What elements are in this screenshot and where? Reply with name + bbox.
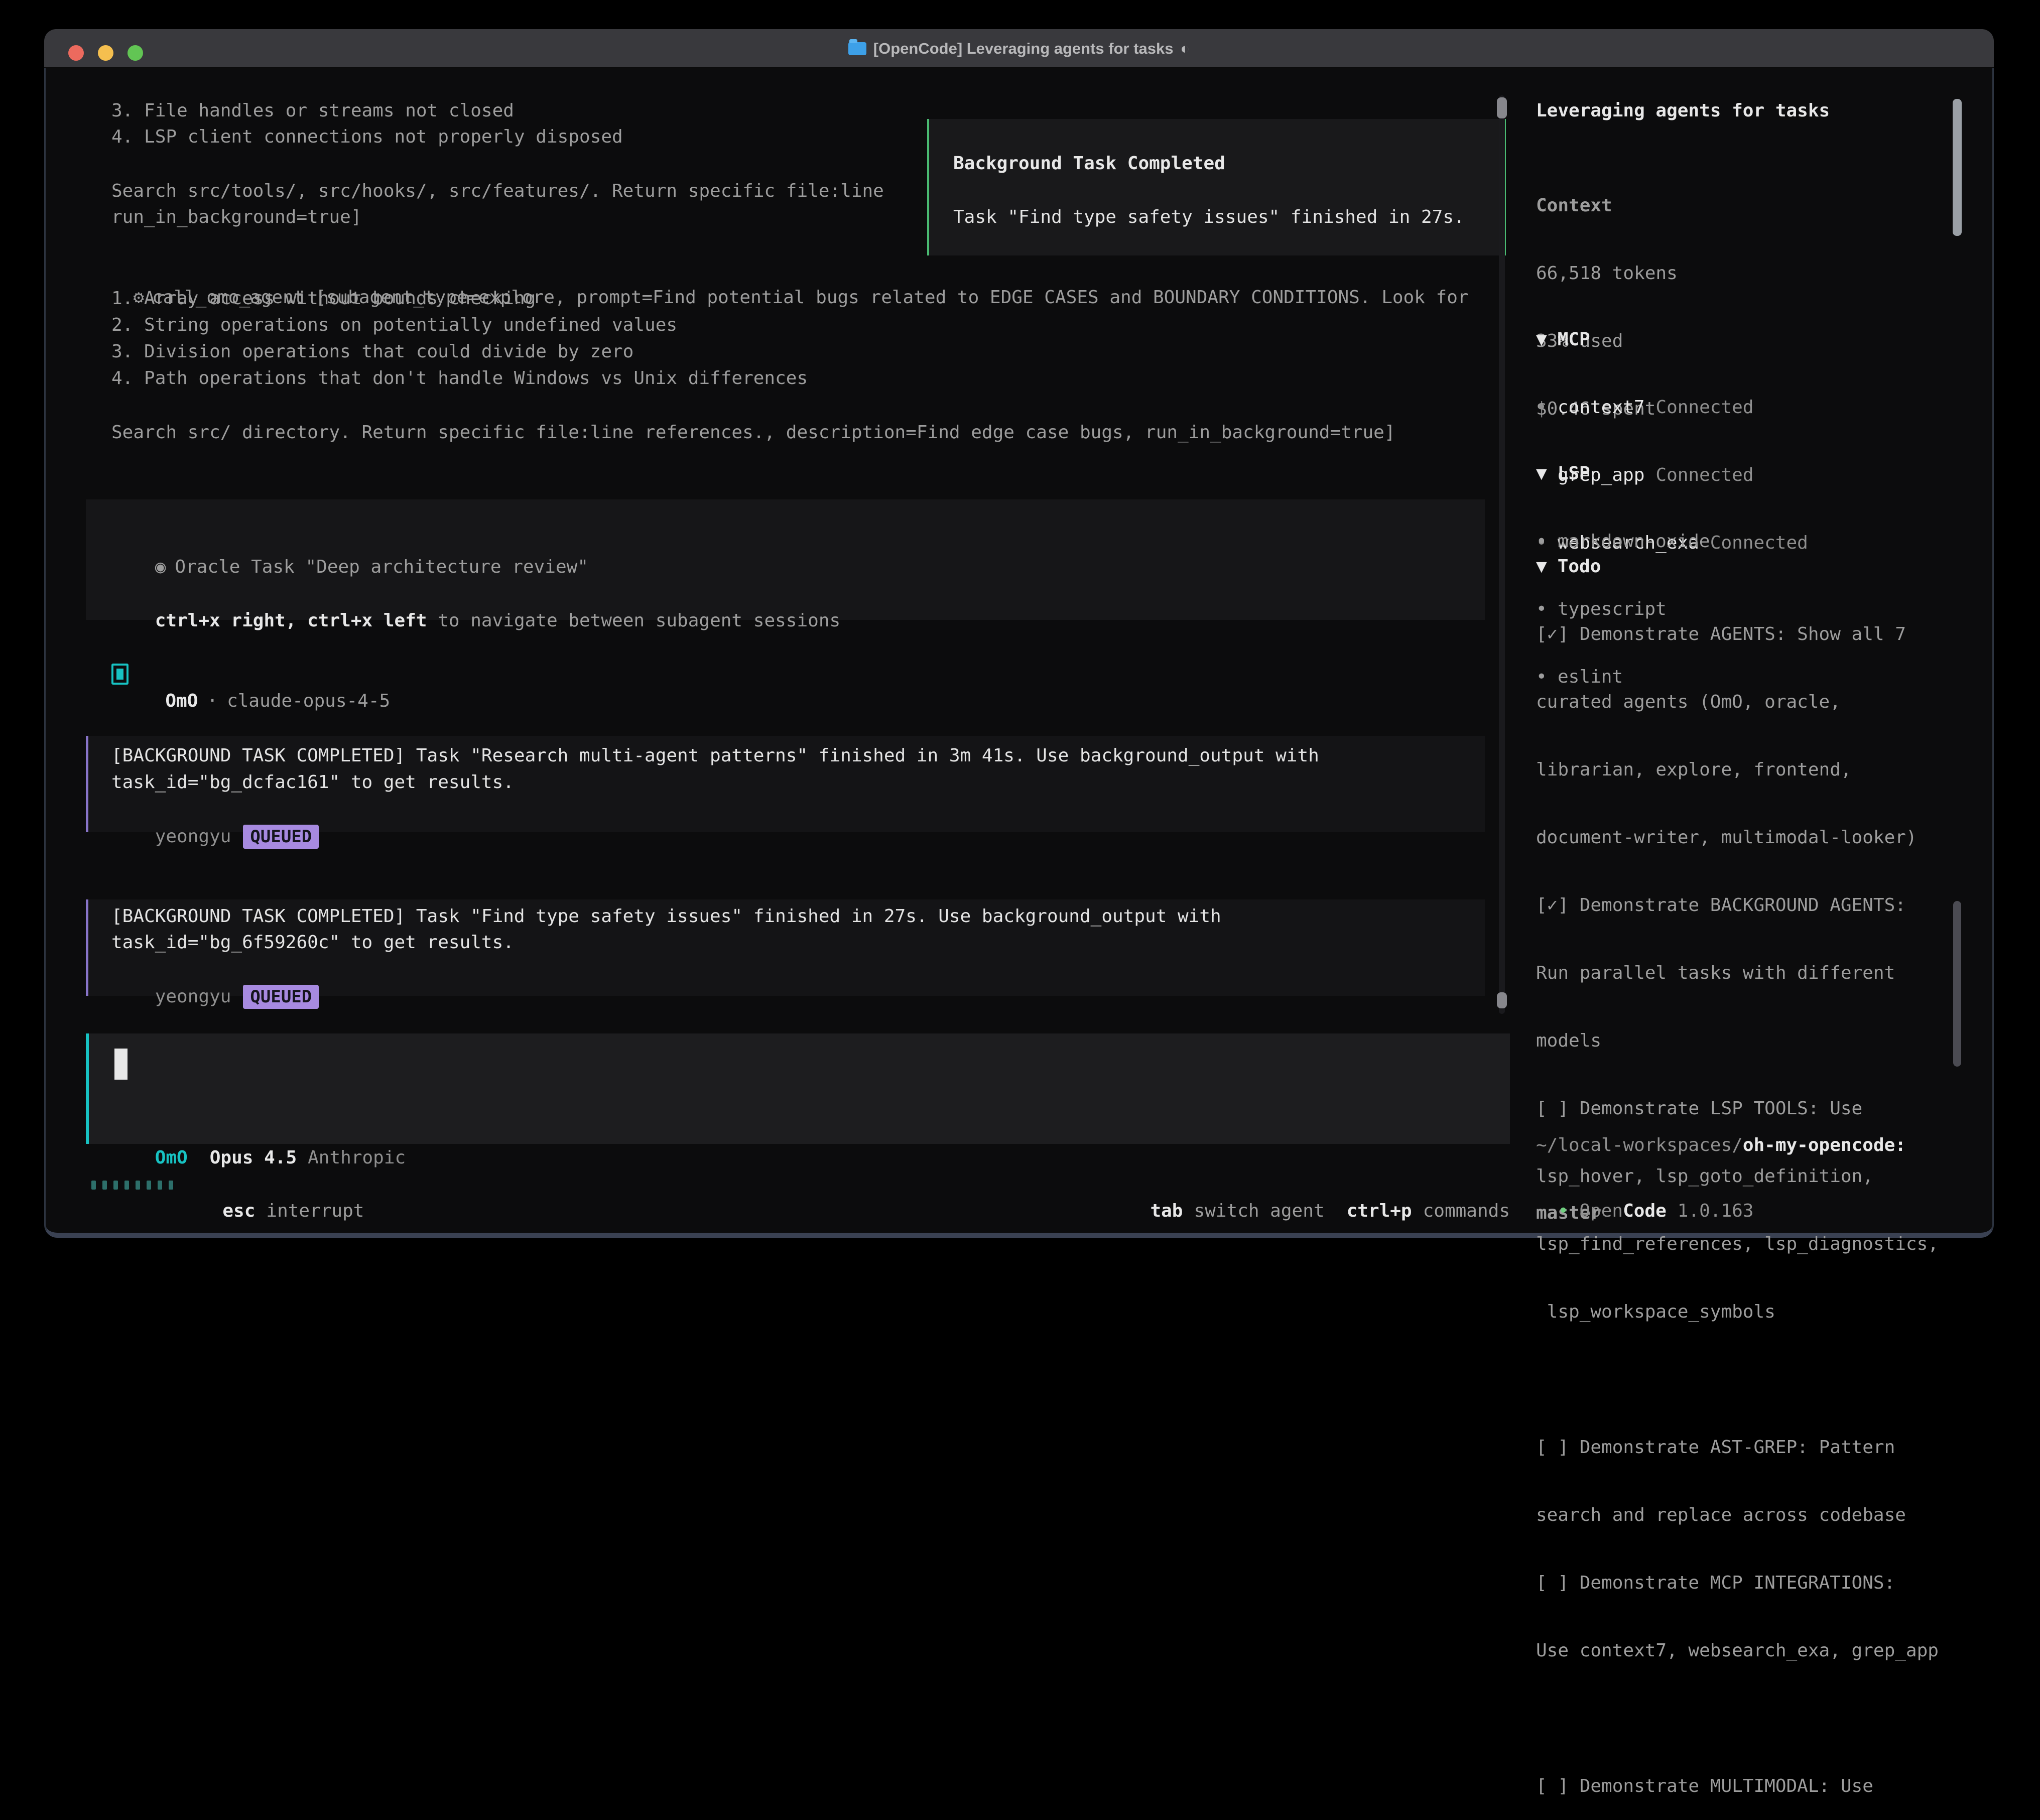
bg-task-meta: yeongyu QUEUED [111,957,319,1036]
app-name-bold: Code [1623,1201,1667,1221]
tool-item: 3. Division operations that could divide… [111,338,633,365]
lsp-item: •markdown-oxide [1536,528,1710,555]
main-scrollbar-thumb-bottom[interactable] [1497,992,1507,1008]
workspace-path-name: oh-my-opencode: [1743,1135,1906,1155]
todo-heading: Todo [1558,556,1601,577]
bg-task-line1: [BACKGROUND TASK COMPLETED] Task "Resear… [111,742,1319,769]
todo-line: [✓] Demonstrate AGENTS: Show all 7 [1536,621,1958,647]
omo-agent-icon [111,664,129,685]
tool-item: 1. Array access without bounds checking [111,285,536,312]
todo-line: [✓] Demonstrate BACKGROUND AGENTS: [1536,892,1958,919]
bg-task-user: yeongyu [155,826,231,847]
statusbar-right: tab switch agent ctrl+p commands [0,1171,1510,1224]
folder-icon [848,42,866,55]
bg-task-line1: [BACKGROUND TASK COMPLETED] Task "Find t… [111,903,1221,930]
terminal-line: 3. File handles or streams not closed [111,97,514,124]
todo-line: [ ] Demonstrate AST-GREP: Pattern [1536,1434,1958,1461]
terminal-line: Search src/tools/, src/hooks/, src/featu… [111,178,884,204]
bg-task-line2: task_id="bg_dcfac161" to get results. [111,769,514,796]
oracle-hint-keys: ctrl+x right, ctrl+x left [155,610,427,631]
input-model: Opus 4.5 [210,1147,297,1168]
context-tokens: 66,518 tokens [1536,260,1678,287]
bg-task-meta: yeongyu QUEUED [111,797,319,876]
oracle-hint-line: ctrl+x right, ctrl+x left to navigate be… [111,581,840,661]
app-name-prefix: Open [1579,1201,1623,1221]
todo-scrollbar-thumb[interactable] [1953,901,1961,1067]
ctrlp-key-hint: ctrl+p [1347,1201,1412,1221]
context-heading: Context [1536,192,1678,219]
status-dot-icon: • [1558,1198,1579,1224]
tab-key-hint: tab [1150,1201,1183,1221]
mcp-status: Connected [1655,397,1753,418]
todo-line: curated agents (OmO, oracle, [1536,689,1958,715]
agent-model: claude-opus-4-5 [227,691,390,711]
agent-header-line: OmO · claude-opus-4-5 [144,661,390,714]
window-title-wrap: [OpenCode] Leveraging agents for tasks ◐ [44,29,1994,68]
prompt-input[interactable]: OmOOpus 4.5Anthropic [86,1033,1510,1144]
tab-key-label: switch agent [1194,1201,1324,1221]
status-badge: QUEUED [243,825,319,849]
mcp-status: Connected [1710,533,1808,553]
todo-line: document-writer, multimodal-looker) [1536,824,1958,851]
bg-task-line2: task_id="bg_6f59260c" to get results. [111,929,514,956]
oracle-icon: ◉ [155,557,166,577]
todo-line: models [1536,1027,1958,1054]
todo-line-active: lsp_workspace_symbols [1536,1298,1958,1325]
text-cursor [114,1049,128,1080]
sidebar-title: Leveraging agents for tasks [1536,97,1830,124]
mcp-item: •context7 Connected [1536,394,1808,421]
agent-separator: · [207,691,218,711]
mcp-heading-row[interactable]: ▼ MCP [1536,326,1808,353]
bg-task-card: [BACKGROUND TASK COMPLETED] Task "Find t… [86,899,1485,996]
todo-line: search and replace across codebase [1536,1502,1958,1528]
oracle-task-panel: ◉Oracle Task "Deep architecture review" … [86,499,1485,620]
agent-name: OmO [165,691,198,711]
window-titlebar: [OpenCode] Leveraging agents for tasks ◐ [44,29,1994,68]
main-scrollbar-thumb[interactable] [1497,97,1507,118]
bullet-icon: • [1536,394,1558,421]
tool-item: 2. String operations on potentially unde… [111,312,677,338]
ctrlp-key-label: commands [1423,1201,1510,1221]
todo-line: [ ] Demonstrate MCP INTEGRATIONS: [1536,1570,1958,1596]
oracle-hint-text: to navigate between subagent sessions [427,610,841,631]
todo-gap [1536,1705,1958,1732]
todo-heading-row[interactable]: ▼ Todo [1536,553,1601,580]
terminal-line: 4. LSP client connections not properly d… [111,123,623,150]
tool-item: 4. Path operations that don't handle Win… [111,365,808,392]
bullet-icon: • [1536,528,1558,555]
workspace-path-prefix: ~/local-workspaces/ [1536,1135,1743,1155]
input-provider: Anthropic [308,1147,406,1168]
lsp-heading-row[interactable]: ▼ LSP [1536,460,1710,487]
todo-line: Run parallel tasks with different [1536,960,1958,986]
lsp-heading: LSP [1558,463,1590,484]
terminal-line: run_in_background=true] [111,204,362,230]
mcp-heading: MCP [1558,329,1590,350]
toast-title: Background Task Completed [953,150,1225,177]
sidebar-scrollbar-thumb[interactable] [1953,99,1962,236]
chevron-down-icon: ▼ [1536,329,1547,350]
todo-line: [ ] Demonstrate MULTIMODAL: Use [1536,1773,1958,1799]
workspace-path-line: ~/local-workspaces/oh-my-opencode: [1536,1132,1906,1158]
toast-body: Task "Find type safety issues" finished … [953,204,1465,230]
bg-task-card: [BACKGROUND TASK COMPLETED] Task "Resear… [86,736,1485,832]
tool-tail-line: Search src/ directory. Return specific f… [111,419,1395,446]
app-version: 1.0.163 [1678,1201,1754,1221]
window-title: [OpenCode] Leveraging agents for tasks [873,40,1174,58]
background-task-toast[interactable]: Background Task Completed Task "Find typ… [927,119,1506,255]
status-badge: QUEUED [243,985,319,1009]
todo-line: librarian, explore, frontend, [1536,756,1958,783]
oracle-title: Oracle Task "Deep architecture review" [175,557,588,577]
mcp-name: context7 [1558,397,1644,418]
bg-task-user: yeongyu [155,986,231,1007]
chevron-down-icon: ▼ [1536,556,1547,577]
todo-gap [1536,1366,1958,1393]
lsp-name: markdown-oxide [1558,531,1710,552]
main-scrollbar-track[interactable] [1499,95,1505,1014]
todo-line: Use context7, websearch_exa, grep_app [1536,1637,1958,1664]
session-state-icon: ◐ [1181,40,1190,58]
chevron-down-icon: ▼ [1536,463,1547,484]
input-agent-name: OmO [155,1147,188,1168]
version-row: •OpenCode 1.0.163 [1536,1171,1753,1224]
